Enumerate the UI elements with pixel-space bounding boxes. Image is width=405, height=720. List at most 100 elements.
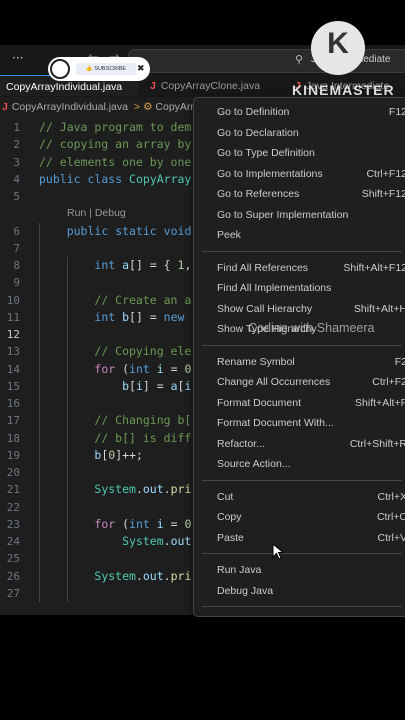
menu-item-label: Format Document With... (217, 417, 334, 429)
menu-item-label: Rename Symbol (217, 355, 295, 368)
menu-item-show-call-hierarchy[interactable]: Show Call Hierarchy Shift+Alt+H (194, 299, 405, 319)
line-number: 17 (6, 414, 20, 428)
subscribe-label: SUBSCRIBE (94, 66, 127, 72)
menu-item-label: Format Document (217, 396, 302, 409)
code-text: int a[] = { 1, (94, 258, 199, 272)
line-number: 25 (6, 552, 20, 566)
line-number: 8 (13, 259, 20, 272)
menu-item-run-java[interactable]: Run Java (194, 560, 405, 580)
subscribe-badge[interactable]: 👍 SUBSCRIBE (48, 57, 150, 81)
search-icon: ⚲ (295, 53, 304, 66)
menu-item-label: Go to Declaration (217, 126, 299, 139)
menu-item-label: Debug Java (217, 584, 274, 597)
menu-item-change-all-occurrences[interactable]: Change All Occurrences Ctrl+F2 (194, 372, 405, 392)
menu-item-label: Go to Implementations (217, 167, 323, 180)
menu-separator (202, 553, 402, 554)
line-number: 7 (13, 241, 20, 255)
menu-item-label: Go to References (217, 188, 300, 200)
code-text: System.out.pri (94, 568, 192, 583)
menu-item-go-to-definition[interactable]: Go to Definition F12 (194, 102, 405, 122)
menu-item-label: Go to Definition (217, 106, 290, 118)
menu-separator (202, 250, 402, 252)
menu-item-label: Copy (217, 511, 242, 523)
menu-item-shortcut: Shift+F12 (361, 188, 405, 200)
class-icon: ⚙ (143, 101, 153, 113)
code-text: // Changing b[ (94, 413, 192, 428)
more-actions-icon[interactable]: ··· (12, 51, 23, 65)
menu-item-shortcut: Ctrl+F2 (372, 376, 405, 388)
menu-item-label: Command Palette... (217, 613, 310, 616)
code-text: b[0]++; (94, 447, 143, 462)
kinemaster-logo-icon: K (311, 21, 365, 75)
menu-item-format-document[interactable]: Format Document Shift+Alt+F (194, 393, 405, 413)
menu-item-shortcut: Ctrl+C (376, 511, 405, 523)
menu-item-rename-symbol[interactable]: Rename Symbol F2 (194, 352, 405, 372)
indent-guide (67, 257, 68, 602)
line-number: 18 (6, 431, 20, 445)
code-text: public class CopyArray (39, 171, 192, 186)
menu-item-label: Peek (217, 229, 241, 241)
tab-label: CopyArrayIndividual.java (6, 81, 123, 93)
menu-item-shortcut: Ctrl+Shift+R (349, 437, 405, 450)
menu-item-go-to-implementations[interactable]: Go to Implementations Ctrl+F12 (194, 164, 405, 184)
menu-item-go-to-declaration[interactable]: Go to Declaration (194, 123, 405, 143)
menu-item-peek[interactable]: Peek (194, 225, 405, 245)
context-menu: Go to Definition F12 Go to Declaration Go t… (193, 97, 405, 617)
menu-item-shortcut: Ctrl+V (377, 531, 405, 544)
line-number: 12 (6, 328, 20, 341)
line-number: 20 (6, 466, 20, 479)
breadcrumb-file[interactable]: CopyArrayIndividual.java (12, 101, 128, 113)
menu-item-debug-java[interactable]: Debug Java (194, 581, 405, 601)
menu-item-find-all-implementations[interactable]: Find All Implementations (194, 278, 405, 298)
tab-copyarrayclone[interactable]: J CopyArrayClone.java (150, 75, 285, 97)
code-text: for (int i = 0 (94, 361, 192, 376)
line-number: 6 (13, 224, 20, 238)
line-number: 11 (6, 310, 20, 324)
menu-item-go-to-references[interactable]: Go to References Shift+F12 (194, 184, 405, 204)
code-text: // copying an array by (39, 137, 192, 152)
code-text: // Create an a (94, 292, 192, 307)
line-number: 23 (6, 517, 20, 531)
run-debug-codelens[interactable]: Run | Debug (67, 205, 126, 222)
subscribe-close-icon[interactable]: ✖ (137, 64, 145, 74)
line-number: 5 (13, 190, 20, 203)
menu-item-source-action[interactable]: Source Action... (194, 454, 405, 474)
menu-item-shortcut: Shift+Alt+F (355, 396, 405, 409)
channel-watermark: Coding with Shameera (248, 321, 375, 335)
menu-item-label: Go to Type Definition (217, 147, 315, 159)
line-number: 24 (6, 535, 20, 548)
menu-item-cut[interactable]: Cut Ctrl+X (194, 487, 405, 507)
code-text: System.out.pri (94, 482, 192, 497)
line-number: 1 (13, 121, 20, 134)
channel-logo-icon (50, 59, 70, 79)
menu-separator (202, 479, 402, 481)
code-text: // elements one by one (39, 154, 192, 169)
indent-guide (39, 222, 40, 602)
menu-item-shortcut: F12 (388, 106, 405, 118)
menu-item-command-palette[interactable]: Command Palette... Ctrl+Shift+P (194, 613, 405, 616)
menu-item-paste[interactable]: Paste Ctrl+V (194, 528, 405, 548)
menu-item-label: Refactor... (217, 437, 265, 450)
menu-item-label: Find All References (217, 261, 309, 274)
kinemaster-watermark: KINEMASTER (292, 82, 395, 98)
menu-item-shortcut: Ctrl+Shift+P (350, 613, 405, 616)
menu-item-copy[interactable]: Copy Ctrl+C (194, 507, 405, 527)
menu-item-refactor[interactable]: Refactor... Ctrl+Shift+R (194, 434, 405, 454)
breadcrumb-separator: > (133, 101, 141, 113)
line-number: 13 (6, 345, 20, 359)
menu-item-shortcut: Shift+Alt+F12 (343, 261, 405, 274)
line-number: 9 (13, 276, 20, 290)
menu-item-go-to-super-implementation[interactable]: Go to Super Implementation (194, 205, 405, 225)
line-number: 14 (6, 362, 20, 376)
mouse-cursor-icon (272, 543, 285, 560)
menu-item-format-document-with[interactable]: Format Document With... (194, 413, 405, 433)
line-number: 10 (6, 293, 20, 307)
java-file-icon: J (150, 80, 156, 92)
menu-item-find-all-references[interactable]: Find All References Shift+Alt+F12 (194, 258, 405, 278)
code-text: public static void (66, 223, 192, 238)
code-text: // Copying ele (94, 344, 192, 359)
menu-item-label: Go to Super Implementation (217, 208, 349, 221)
menu-item-go-to-type-definition[interactable]: Go to Type Definition (194, 143, 405, 163)
line-number: 21 (6, 483, 20, 497)
subscribe-button[interactable]: 👍 SUBSCRIBE (76, 63, 136, 75)
